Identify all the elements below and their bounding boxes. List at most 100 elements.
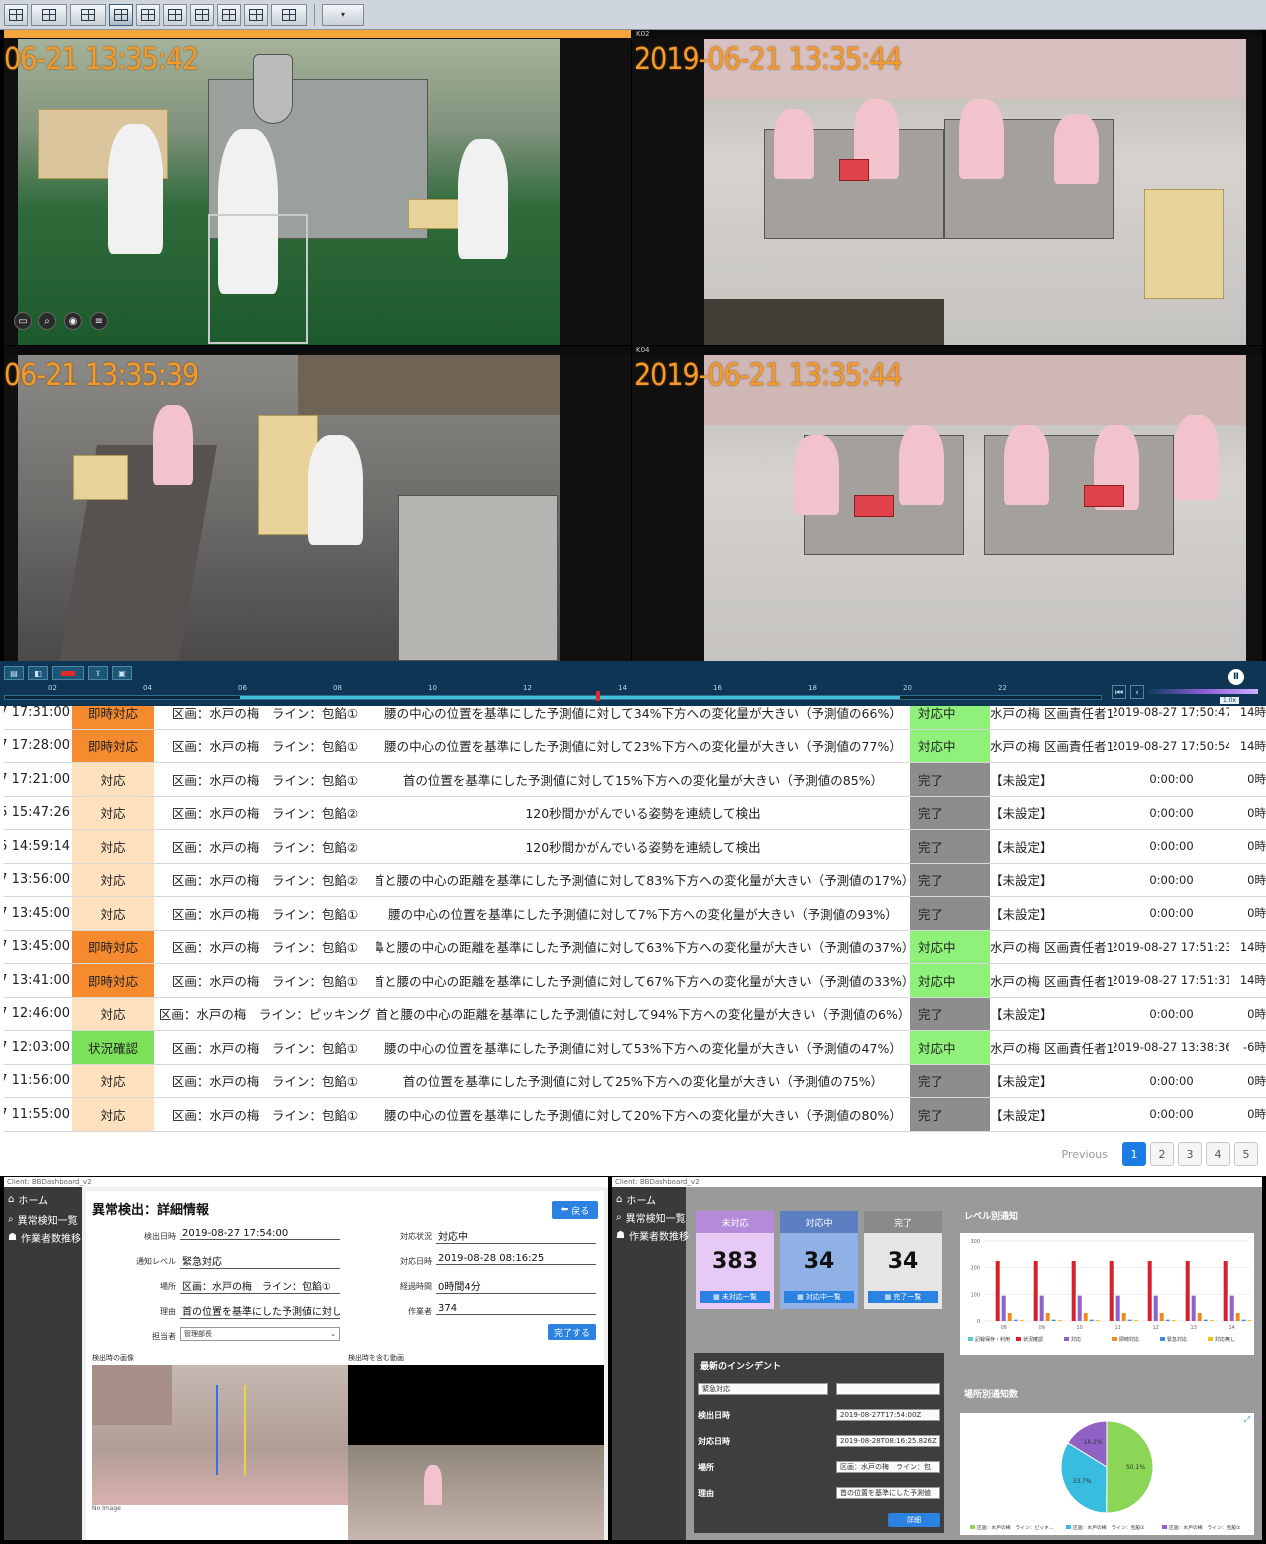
timeline-mode-icon[interactable]: ▤ xyxy=(4,666,24,680)
y-tick-label: 0 xyxy=(977,1319,980,1325)
page-1[interactable]: 1 xyxy=(1122,1142,1146,1166)
step-back-icon[interactable]: ‹ xyxy=(1130,685,1144,699)
back-button[interactable]: ⬅ 戻る xyxy=(552,1201,598,1219)
kpi-list-button[interactable]: ▦ 対応中一覧 xyxy=(784,1291,854,1303)
camera-id: K02 xyxy=(636,30,650,38)
sidebar-item-workers[interactable]: ☗ 作業者数推移 xyxy=(4,1229,86,1245)
owner-cell: 水戸の梅 区画責任者1 xyxy=(990,940,1115,956)
table-row[interactable]: 7 13:41:00 即時対応 区画：水戸の梅 ライン：包餡① 首と腰の中心の距離を基… xyxy=(4,964,1266,998)
kpi-list-button[interactable]: ▦ 完了一覧 xyxy=(868,1291,938,1303)
table-row[interactable]: 7 13:45:00 即時対応 区画：水戸の梅 ライン：包餡① 鼻と腰の中心の距離を基… xyxy=(4,930,1266,964)
sidebar-item-home[interactable]: ⌂ ホーム xyxy=(4,1191,86,1207)
layout-list-button[interactable] xyxy=(4,3,28,26)
detect-time-cell: 7 17:31:00 xyxy=(4,706,70,720)
camera-record-icon[interactable]: ▭ xyxy=(14,312,32,330)
timeline-tick-label: 12 xyxy=(523,684,532,692)
detected-video[interactable] xyxy=(348,1365,604,1540)
camera-tile-4[interactable]: K04 2019-06-21 13:35:44 xyxy=(632,346,1262,661)
table-row[interactable]: 7 12:03:00 状況確認 区画：水戸の梅 ライン：包餡① 腰の中心の位置を基準に… xyxy=(4,1031,1266,1065)
expand-icon[interactable]: ⤢ xyxy=(1244,1415,1250,1425)
sidebar-item-anomalies[interactable]: ⌕ 異常検知一覧 xyxy=(612,1209,690,1225)
table-row[interactable]: 5 15:47:26 対応 区画：水戸の梅 ライン：包餡② 120秒間かがんでいる姿勢… xyxy=(4,796,1266,830)
pause-icon[interactable]: Ⅱ xyxy=(1228,669,1244,685)
table-row[interactable]: 7 13:56:00 対応 区画：水戸の梅 ライン：包餡② 首と腰の中心の距離を基準に… xyxy=(4,863,1266,897)
layout-1-5-button[interactable] xyxy=(190,3,214,26)
table-row[interactable]: 7 11:56:00 対応 区画：水戸の梅 ライン：包餡① 首の位置を基準にした予測値… xyxy=(4,1064,1266,1098)
camera-tile-1[interactable]: 06-21 13:35:42 ▭ ⌕ ◉ ≡ xyxy=(4,30,631,345)
response-time-cell: 0:00:00 xyxy=(1149,839,1194,854)
previous-page-link[interactable]: Previous xyxy=(1062,1148,1109,1161)
layout-custom-dropdown-button[interactable] xyxy=(271,3,307,26)
snapshot-icon[interactable]: ▣ xyxy=(112,666,132,680)
ptz-icon[interactable]: ◉ xyxy=(64,312,82,330)
owner-select[interactable]: 管理部長 ⌄ xyxy=(180,1327,340,1341)
status-cell: 完了 xyxy=(910,1098,990,1131)
page-4[interactable]: 4 xyxy=(1206,1142,1230,1166)
sidebar-item-anomalies[interactable]: ⌕ 異常検知一覧 xyxy=(4,1211,86,1227)
bar-4 xyxy=(1083,1313,1088,1321)
detail-button[interactable]: 詳細 xyxy=(888,1513,940,1527)
bar-6 xyxy=(1095,1319,1100,1321)
bar-5 xyxy=(1013,1319,1018,1321)
kpi-list-button[interactable]: ▦ 未対応一覧 xyxy=(700,1291,770,1303)
table-row[interactable]: 7 12:46:00 対応 区画：水戸の梅 ライン：ピッキング 首と腰の中心の距離を基… xyxy=(4,997,1266,1031)
status-cell: 対応中 xyxy=(910,729,990,762)
reason-cell: 腰の中心の位置を基準にした予測値に対して23%下方への変化量が大きい（予測値の7… xyxy=(384,739,902,755)
timeline-playhead[interactable] xyxy=(596,691,600,701)
camera-select-icon[interactable]: ◧ xyxy=(28,666,48,680)
page-5[interactable]: 5 xyxy=(1234,1142,1258,1166)
layout-split-dropdown-button[interactable] xyxy=(70,3,106,26)
search-icon: ⌕ xyxy=(8,1213,14,1225)
latest-extra-field xyxy=(836,1383,940,1395)
page-2[interactable]: 2 xyxy=(1150,1142,1174,1166)
table-row[interactable]: 7 17:28:00 即時対応 区画：水戸の梅 ライン：包餡① 腰の中心の位置を基準に… xyxy=(4,729,1266,763)
table-row[interactable]: 7 13:45:00 対応 区画：水戸の梅 ライン：包餡① 腰の中心の位置を基準にした… xyxy=(4,897,1266,931)
camera-tile-2[interactable]: K02 2019-06-21 13:35:44 xyxy=(632,30,1262,345)
speed-slider[interactable] xyxy=(1148,689,1258,694)
table-row[interactable]: 7 17:31:00 即時対応 区画：水戸の梅 ライン：包餡① 腰の中心の位置を基準に… xyxy=(4,706,1266,730)
layout-dropdown-button[interactable] xyxy=(31,3,67,26)
sidebar-item-workers[interactable]: ☗ 作業者数推移 xyxy=(612,1227,690,1243)
owner-cell: 【未設定】 xyxy=(990,873,1053,889)
reason-cell: 首と腰の中心の距離を基準にした予測値に対して83%下方への変化量が大きい（予測値… xyxy=(376,873,910,889)
latest-place-field: 区画：水戸の梅 ライン：包 xyxy=(836,1461,940,1473)
camera-header xyxy=(4,346,631,354)
layout-3x3-button[interactable] xyxy=(163,3,187,26)
prev-frame-icon[interactable]: ⏮ xyxy=(1112,685,1126,699)
elapsed-cell: 0時 xyxy=(1247,1006,1266,1021)
complete-button[interactable]: 完了する xyxy=(548,1324,596,1340)
record-filter-button[interactable] xyxy=(52,666,84,680)
sidebar-item-home[interactable]: ⌂ ホーム xyxy=(612,1191,690,1207)
legend-swatch xyxy=(968,1337,973,1341)
bar-2 xyxy=(1185,1261,1190,1321)
level-cell: 対応 xyxy=(72,796,154,829)
latest-level-field: 緊急対応 xyxy=(698,1383,828,1395)
home-icon: ⌂ xyxy=(8,1193,15,1205)
speed-control[interactable]: ⏮ ‹ Ⅱ 1.0x xyxy=(1112,669,1262,704)
more-dropdown-button[interactable]: ▾ xyxy=(322,3,364,26)
status-cell: 対応中 xyxy=(910,1031,990,1064)
bar-3 xyxy=(1191,1295,1196,1321)
page-3[interactable]: 3 xyxy=(1178,1142,1202,1166)
bar-chart-card: 0 100 200 300 08 09 10 11 12 13 14 記録保存・利用 状況確認 対応 即時対… xyxy=(960,1233,1254,1355)
response-time-cell: 0:00:00 xyxy=(1149,1006,1194,1021)
layout-4x4-button[interactable] xyxy=(244,3,268,26)
export-icon[interactable]: ⇪ xyxy=(88,666,108,680)
level-cell: 対応 xyxy=(72,1064,154,1097)
camera-tile-3[interactable]: 06-21 13:35:39 xyxy=(4,346,631,661)
table-row[interactable]: 7 17:21:00 対応 区画：水戸の梅 ライン：包餡① 首の位置を基準にした予測値… xyxy=(4,763,1266,797)
table-row[interactable]: 7 11:55:00 対応 区画：水戸の梅 ライン：包餡① 腰の中心の位置を基準にした… xyxy=(4,1098,1266,1132)
level-cell: 対応 xyxy=(72,1098,154,1131)
elapsed-cell: 14時 xyxy=(1239,738,1266,753)
detect-time-cell: 7 11:55:00 xyxy=(4,1106,70,1122)
zoom-icon[interactable]: ⌕ xyxy=(38,312,56,330)
layout-2x2-button[interactable] xyxy=(109,3,133,26)
level-cell: 状況確認 xyxy=(72,1031,154,1064)
bar-6 xyxy=(1247,1319,1252,1321)
layout-1-7-button[interactable] xyxy=(217,3,241,26)
latest-incident-card: 最新のインシデント 緊急対応 検出日時 2019-08-27T17:54:00Z… xyxy=(694,1353,944,1533)
table-row[interactable]: 5 14:59:14 対応 区画：水戸の梅 ライン：包餡② 120秒間かがんでいる姿勢… xyxy=(4,830,1266,864)
status-cell: 完了 xyxy=(910,830,990,863)
layout-1-3-button[interactable] xyxy=(136,3,160,26)
menu-icon[interactable]: ≡ xyxy=(90,312,108,330)
